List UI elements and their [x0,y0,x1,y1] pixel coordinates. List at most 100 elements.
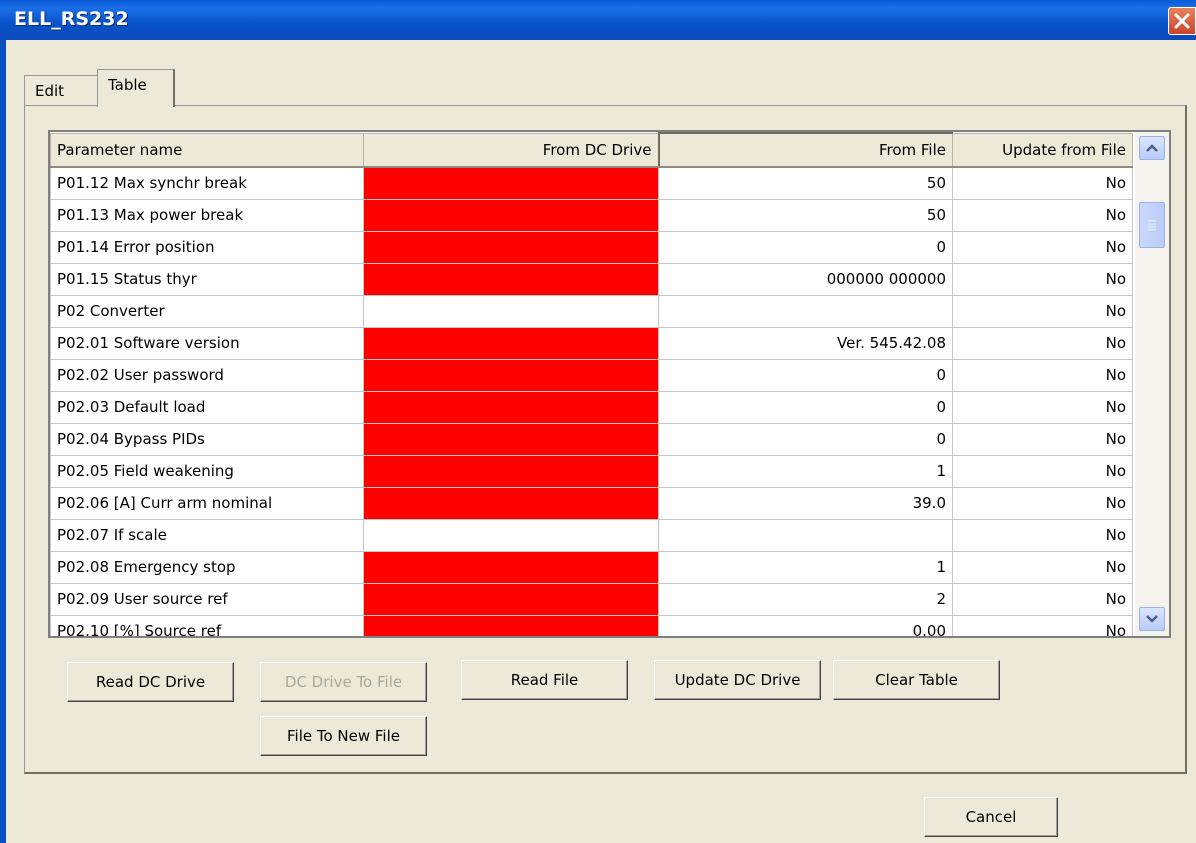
cell-from-dc-drive[interactable] [363,262,659,296]
cell-from-dc-drive[interactable] [363,326,659,360]
cell-update-from-file[interactable]: No [952,582,1133,616]
cell-parameter-name[interactable]: P02.02 User password [50,358,364,392]
table-row[interactable]: P02.07 If scale No [50,518,1133,552]
table-row[interactable]: P02.02 User password 0 No [50,358,1133,392]
vertical-scrollbar[interactable] [1135,132,1169,636]
cell-parameter-name[interactable]: P02.03 Default load [50,390,364,424]
cell-parameter-name[interactable]: P02.08 Emergency stop [50,550,364,584]
cell-update-from-file[interactable]: No [952,486,1133,520]
cell-from-file[interactable]: 0 [658,230,953,264]
table-row[interactable]: P02.05 Field weakening 1 No [50,454,1133,488]
cell-from-file[interactable] [658,518,953,552]
column-header-parameter-name[interactable]: Parameter name [50,132,364,168]
read-dc-drive-button[interactable]: Read DC Drive [67,662,234,702]
cell-update-from-file[interactable]: No [952,550,1133,584]
cell-update-from-file[interactable]: No [952,166,1133,200]
cell-update-from-file[interactable]: No [952,518,1133,552]
cell-update-from-file[interactable]: No [952,230,1133,264]
column-header-from-dc-drive[interactable]: From DC Drive [363,132,659,168]
tab-edit[interactable]: Edit [24,75,98,105]
table-row[interactable]: P02.03 Default load 0 No [50,390,1133,424]
table-row[interactable]: P02.04 Bypass PIDs 0 No [50,422,1133,456]
cell-parameter-name[interactable]: P02.07 If scale [50,518,364,552]
cell-from-dc-drive[interactable] [363,294,659,328]
table-header-row: Parameter name From DC Drive From File U… [50,132,1133,168]
table-row[interactable]: P02 Converter No [50,294,1133,328]
cell-update-from-file[interactable]: No [952,614,1133,636]
cell-parameter-name[interactable]: P01.13 Max power break [50,198,364,232]
cell-from-file[interactable]: 0.00 [658,614,953,636]
table-row[interactable]: P01.14 Error position 0 No [50,230,1133,264]
clear-table-button[interactable]: Clear Table [833,660,1000,700]
cell-parameter-name[interactable]: P01.15 Status thyr [50,262,364,296]
cell-parameter-name[interactable]: P02.05 Field weakening [50,454,364,488]
table-row[interactable]: P01.12 Max synchr break 50 No [50,166,1133,200]
cell-update-from-file[interactable]: No [952,358,1133,392]
cell-from-dc-drive[interactable] [363,230,659,264]
chevron-up-icon [1146,144,1158,152]
cell-from-dc-drive[interactable] [363,198,659,232]
scroll-up-button[interactable] [1139,136,1165,160]
cell-from-dc-drive[interactable] [363,614,659,636]
cell-from-file[interactable]: 2 [658,582,953,616]
cell-from-file[interactable]: 50 [658,198,953,232]
dc-drive-to-file-button[interactable]: DC Drive To File [260,662,427,702]
cell-from-dc-drive[interactable] [363,358,659,392]
cell-parameter-name[interactable]: P02.10 [%] Source ref [50,614,364,636]
window-frame [0,40,6,843]
table-row[interactable]: P01.15 Status thyr 000000 000000 No [50,262,1133,296]
cell-from-dc-drive[interactable] [363,454,659,488]
cell-parameter-name[interactable]: P02.09 User source ref [50,582,364,616]
read-file-button[interactable]: Read File [461,660,628,700]
cell-from-file[interactable]: Ver. 545.42.08 [658,326,953,360]
update-dc-drive-button[interactable]: Update DC Drive [654,660,821,700]
cell-from-dc-drive[interactable] [363,422,659,456]
cell-from-dc-drive[interactable] [363,390,659,424]
cell-from-dc-drive[interactable] [363,486,659,520]
cell-parameter-name[interactable]: P01.12 Max synchr break [50,166,364,200]
cell-from-file[interactable]: 0 [658,358,953,392]
cell-parameter-name[interactable]: P02 Converter [50,294,364,328]
cell-parameter-name[interactable]: P02.06 [A] Curr arm nominal [50,486,364,520]
close-icon [1174,13,1190,29]
file-to-new-file-button[interactable]: File To New File [260,716,427,756]
chevron-down-icon [1146,615,1158,623]
cell-from-dc-drive[interactable] [363,518,659,552]
parameter-table[interactable]: Parameter name From DC Drive From File U… [48,130,1171,638]
cell-from-file[interactable]: 1 [658,454,953,488]
cell-update-from-file[interactable]: No [952,262,1133,296]
cell-from-file[interactable]: 0 [658,422,953,456]
cell-update-from-file[interactable]: No [952,390,1133,424]
table-row[interactable]: P02.08 Emergency stop 1 No [50,550,1133,584]
cell-update-from-file[interactable]: No [952,198,1133,232]
scroll-thumb[interactable] [1139,202,1165,248]
close-button[interactable] [1168,7,1196,35]
table-row[interactable]: P02.01 Software version Ver. 545.42.08 No [50,326,1133,360]
cell-parameter-name[interactable]: P01.14 Error position [50,230,364,264]
column-header-update-from-file[interactable]: Update from File [952,132,1133,168]
title-bar: ELL_RS232 [0,0,1196,40]
cell-from-dc-drive[interactable] [363,550,659,584]
cell-update-from-file[interactable]: No [952,326,1133,360]
cell-update-from-file[interactable]: No [952,422,1133,456]
cell-parameter-name[interactable]: P02.04 Bypass PIDs [50,422,364,456]
cell-from-file[interactable]: 0 [658,390,953,424]
table-row[interactable]: P01.13 Max power break 50 No [50,198,1133,232]
cancel-button[interactable]: Cancel [924,797,1058,837]
cell-from-file[interactable]: 39.0 [658,486,953,520]
table-row[interactable]: P02.10 [%] Source ref 0.00 No [50,614,1133,636]
table-row[interactable]: P02.09 User source ref 2 No [50,582,1133,616]
cell-parameter-name[interactable]: P02.01 Software version [50,326,364,360]
cell-from-file[interactable]: 50 [658,166,953,200]
cell-from-dc-drive[interactable] [363,582,659,616]
cell-from-file[interactable] [658,294,953,328]
cell-update-from-file[interactable]: No [952,454,1133,488]
cell-from-file[interactable]: 000000 000000 [658,262,953,296]
cell-from-file[interactable]: 1 [658,550,953,584]
cell-from-dc-drive[interactable] [363,166,659,200]
scroll-down-button[interactable] [1139,607,1165,631]
tab-table[interactable]: Table [97,69,175,107]
column-header-from-file[interactable]: From File [657,132,953,168]
table-row[interactable]: P02.06 [A] Curr arm nominal 39.0 No [50,486,1133,520]
cell-update-from-file[interactable]: No [952,294,1133,328]
